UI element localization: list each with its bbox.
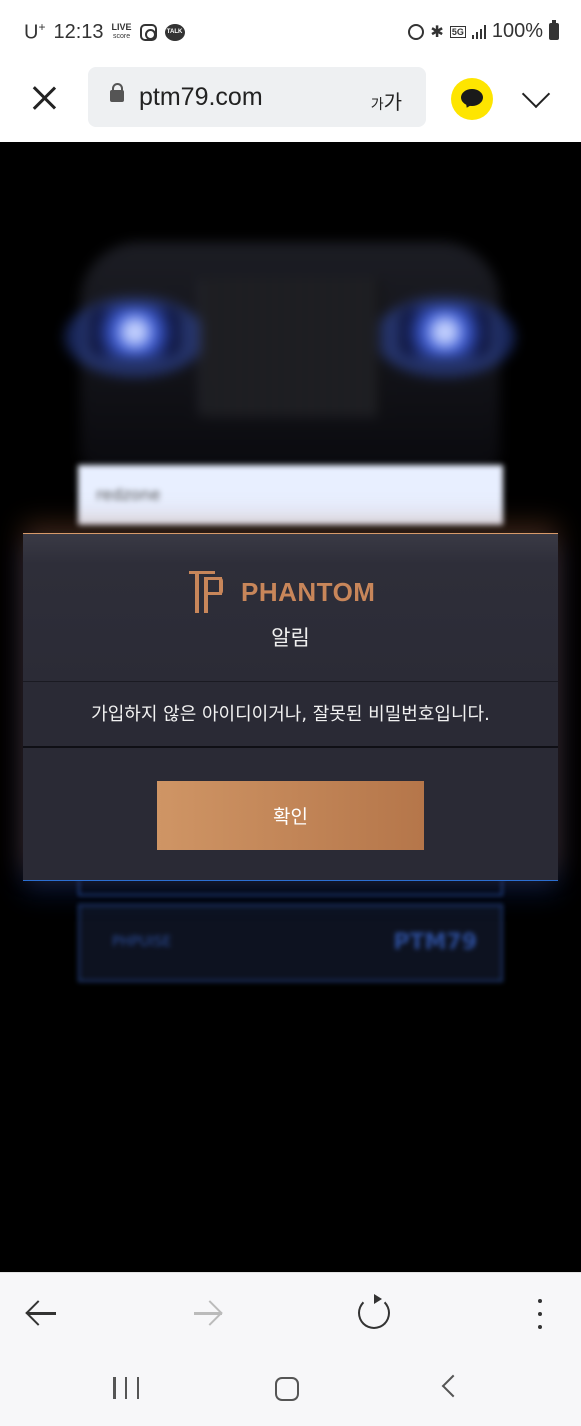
code-box[interactable]: PHPUISE PTM79 [78,904,503,982]
arrow-left-icon[interactable] [24,1295,60,1331]
system-back-icon[interactable] [441,1374,465,1398]
home-icon[interactable] [275,1377,299,1401]
phantom-logo-mark-icon [189,571,229,613]
username-input[interactable]: redzone [78,465,503,525]
network-5g-icon: 5G [449,25,466,38]
lock-icon [110,83,124,102]
username-value: redzone [96,485,161,504]
battery-icon [549,20,559,40]
bluetooth-icon: ✱ [430,23,444,41]
dialog-title: 알림 [271,626,310,650]
kakaotalk-icon[interactable] [451,78,493,120]
password-field-edge [78,880,503,896]
alert-dialog: PHANTOM 알림 가입하지 않은 아이디이거나, 잘못된 비밀번호입니다. … [23,533,558,881]
kakaotalk-notification-icon: TALK [164,23,185,41]
dialog-body: 가입하지 않은 아이디이거나, 잘못된 비밀번호입니다. [23,682,558,748]
confirm-button[interactable]: 확인 [157,781,424,850]
url-bar[interactable]: ptm79.com 가가 [88,67,426,127]
web-page: redzone PHPUISE PTM79 PHANTOM 알림 가입하지 않은… [0,142,581,1272]
text-size-button[interactable]: 가가 [371,86,402,115]
livescore-icon: LIVE score [111,22,132,41]
dialog-message: 가입하지 않은 아이디이거나, 잘못된 비밀번호입니다. [91,704,490,725]
close-icon[interactable] [28,82,60,114]
alarm-icon [408,23,425,40]
code-box-label: PHPUISE [112,934,172,950]
dialog-header: PHANTOM 알림 [23,534,558,682]
status-left: U+ 12:13 LIVE score TALK [24,20,185,45]
chevron-down-icon[interactable] [518,78,558,118]
recent-apps-icon[interactable] [113,1377,139,1399]
signal-icon [471,24,486,39]
instagram-icon [139,23,157,41]
battery-percent: 100% [491,20,543,42]
browser-bottom-toolbar [0,1272,581,1354]
reload-icon[interactable] [358,1294,390,1329]
carrier-label: U+ [24,20,46,44]
status-right: ✱ 5G 100% [408,20,559,43]
system-navigation-bar [0,1354,581,1426]
status-time: 12:13 [53,20,104,43]
status-bar: U+ 12:13 LIVE score TALK ✱ 5G 100% [0,0,581,64]
browser-toolbar: ptm79.com 가가 [0,64,581,142]
phantom-logo: PHANTOM [189,571,375,613]
arrow-right-icon[interactable] [190,1295,226,1331]
url-text: ptm79.com [139,83,263,111]
more-vertical-icon[interactable] [530,1299,550,1329]
brand-name: PHANTOM [241,576,376,607]
code-box-value: PTM79 [393,930,477,955]
